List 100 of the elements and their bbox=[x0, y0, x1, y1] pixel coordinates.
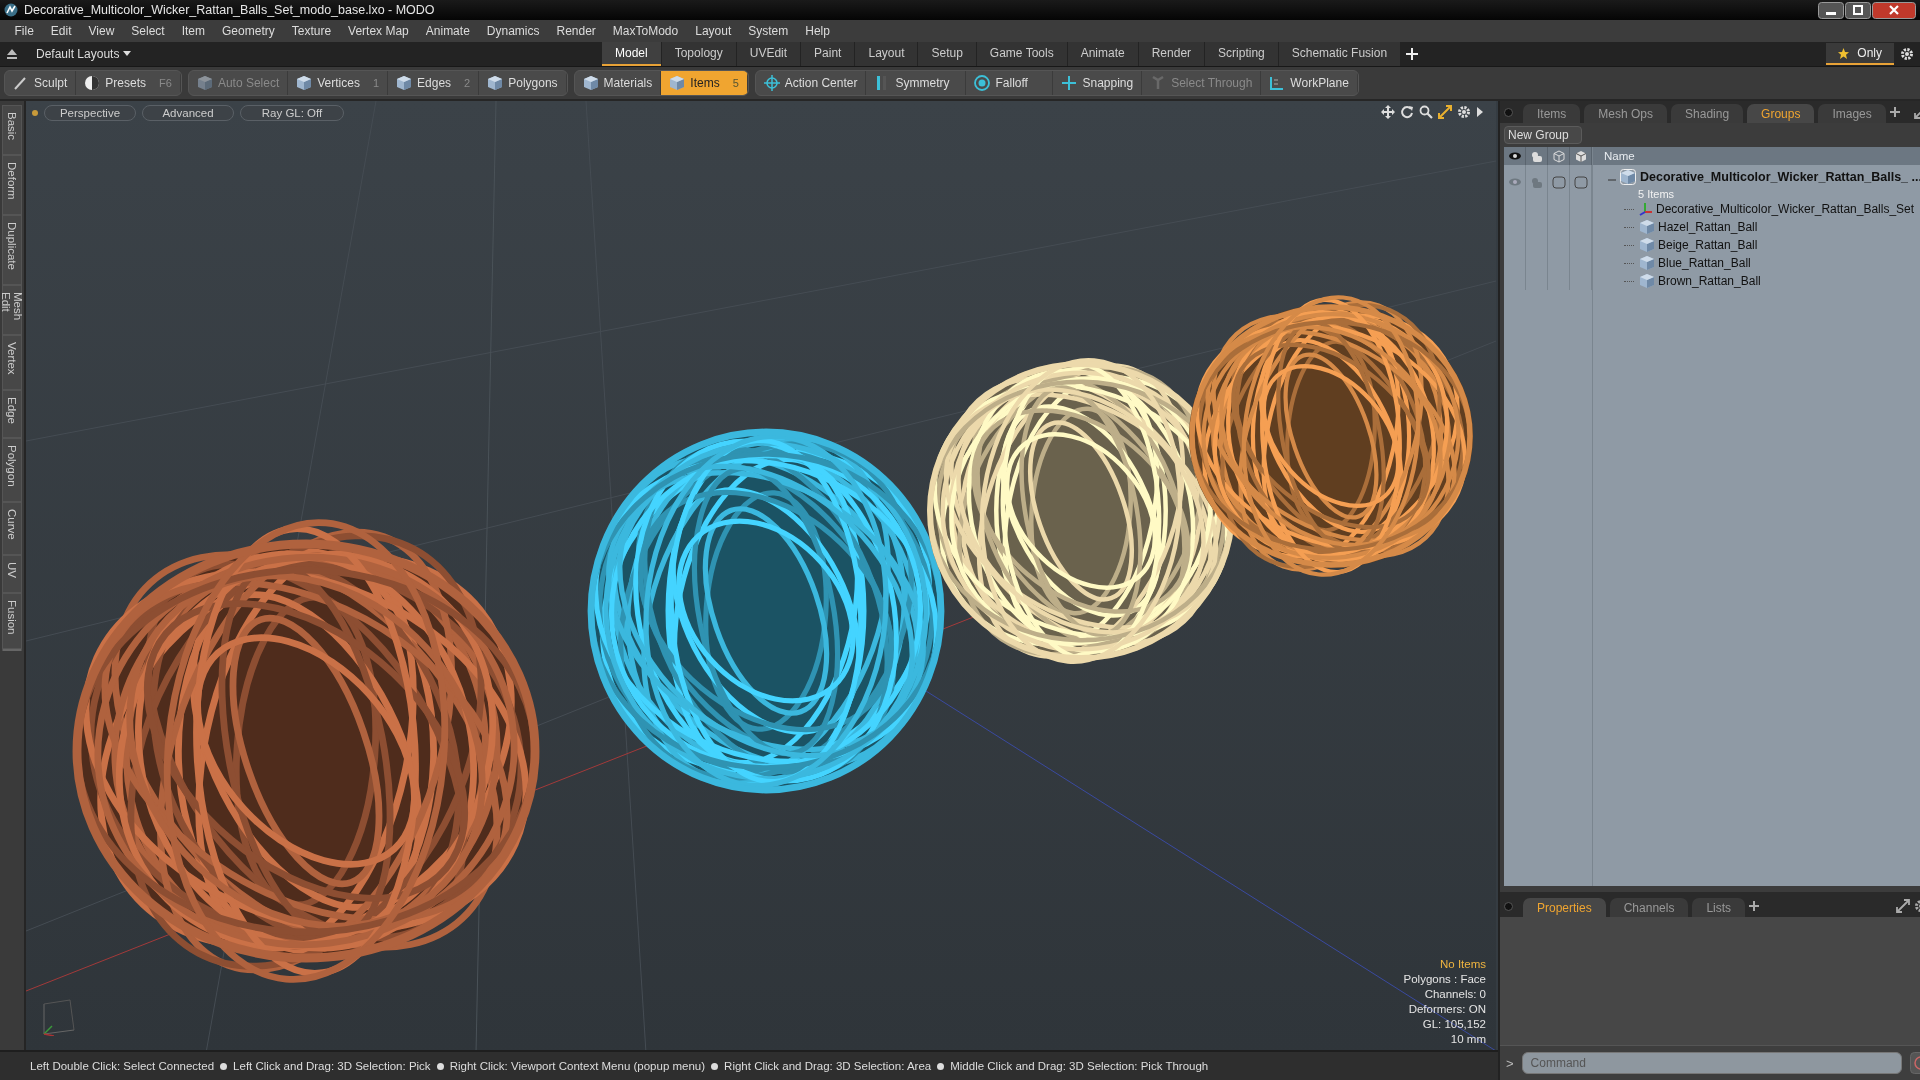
viewport-button[interactable]: Perspective bbox=[44, 105, 136, 121]
tool-button[interactable]: Vertices 1 bbox=[288, 71, 389, 95]
menu-item[interactable]: Edit bbox=[42, 24, 81, 38]
menu-item[interactable]: Vertex Map bbox=[339, 24, 418, 38]
menu-item[interactable]: Item bbox=[173, 24, 214, 38]
checkbox-icon[interactable] bbox=[1573, 176, 1588, 189]
menu-item[interactable]: MaxToModo bbox=[604, 24, 687, 38]
panel-tab[interactable]: Mesh Ops bbox=[1584, 104, 1668, 123]
camera-icon[interactable] bbox=[1529, 149, 1544, 163]
panel-tab[interactable]: Properties bbox=[1523, 898, 1606, 917]
group-icon bbox=[1620, 169, 1636, 185]
expand-icon[interactable] bbox=[1895, 899, 1910, 913]
side-tab[interactable]: Deform bbox=[2, 155, 22, 215]
side-tab[interactable]: Polygon bbox=[2, 438, 22, 502]
layout-tab[interactable]: Scripting bbox=[1205, 42, 1278, 66]
panel-tab[interactable]: Lists bbox=[1692, 898, 1746, 917]
tree-item[interactable]: Blue_Rattan_Ball bbox=[1658, 256, 1751, 270]
rotate-icon[interactable] bbox=[1400, 105, 1414, 119]
tree-item[interactable]: Hazel_Rattan_Ball bbox=[1658, 220, 1758, 234]
new-group-button[interactable]: New Group bbox=[1504, 126, 1582, 144]
viewport-button[interactable]: Advanced bbox=[142, 105, 234, 121]
layout-tab[interactable]: Paint bbox=[801, 42, 855, 66]
tool-button[interactable]: Snapping bbox=[1053, 71, 1143, 95]
tool-button[interactable]: Action Center bbox=[755, 71, 867, 95]
viewport-button[interactable]: Ray GL: Off bbox=[240, 105, 344, 121]
tool-button[interactable]: Symmetry bbox=[866, 71, 967, 95]
layout-tab[interactable]: Topology bbox=[661, 42, 736, 66]
tool-button[interactable]: Falloff bbox=[966, 71, 1054, 95]
tree-item[interactable]: Brown_Rattan_Ball bbox=[1658, 274, 1761, 288]
layout-tab[interactable]: Layout bbox=[855, 42, 918, 66]
add-tab-icon[interactable] bbox=[1889, 107, 1900, 117]
bullet-icon bbox=[711, 1062, 719, 1070]
tool-button[interactable]: WorkPlane bbox=[1261, 71, 1358, 95]
panel-dot-icon bbox=[1504, 107, 1513, 117]
move-icon[interactable] bbox=[1381, 105, 1395, 119]
tool-button[interactable]: Sculpt bbox=[5, 71, 77, 95]
layout-tab[interactable]: Schematic Fusion bbox=[1278, 42, 1401, 66]
layout-tab[interactable]: Render bbox=[1138, 42, 1205, 66]
play-icon[interactable] bbox=[1476, 105, 1484, 119]
side-tab[interactable]: Curve bbox=[2, 501, 22, 555]
tool-button[interactable]: Edges 2 bbox=[388, 71, 480, 95]
side-tab[interactable]: Vertex bbox=[2, 334, 22, 390]
menu-item[interactable]: Dynamics bbox=[478, 24, 548, 38]
layout-tab[interactable]: Setup bbox=[918, 42, 976, 66]
cube-outline-icon[interactable] bbox=[1573, 149, 1588, 163]
cube-outline-icon[interactable] bbox=[1551, 149, 1566, 163]
tree-item[interactable]: Beige_Rattan_Ball bbox=[1658, 238, 1758, 252]
add-tab-icon[interactable] bbox=[1406, 48, 1419, 60]
menu-item[interactable]: View bbox=[80, 24, 123, 38]
app-logo-icon bbox=[4, 3, 18, 17]
up-arrow-icon[interactable] bbox=[6, 48, 18, 60]
tool-button[interactable]: Presets F6 bbox=[76, 71, 181, 95]
viewport-info-text: GL: 105,152 bbox=[1422, 1017, 1486, 1031]
panel-tab[interactable]: Images bbox=[1818, 104, 1886, 123]
side-tab[interactable]: UV bbox=[2, 554, 22, 593]
add-tab-icon[interactable] bbox=[1749, 901, 1760, 911]
menu-item[interactable]: System bbox=[739, 24, 797, 38]
tool-button[interactable]: Polygons bbox=[479, 71, 567, 95]
side-tab[interactable]: Fusion bbox=[2, 592, 22, 650]
layout-tab[interactable]: Animate bbox=[1067, 42, 1138, 66]
panel-tab[interactable]: Shading bbox=[1671, 104, 1744, 123]
layouts-dropdown[interactable]: Default Layouts bbox=[36, 47, 596, 61]
menu-item[interactable]: Texture bbox=[283, 24, 340, 38]
cube-icon bbox=[396, 75, 413, 91]
column-header[interactable]: Name bbox=[1592, 147, 1920, 165]
window-title: Decorative_Multicolor_Wicker_Rattan_Balls_Set_modo_base.lxo - MODO bbox=[24, 3, 436, 17]
menu-item[interactable]: File bbox=[6, 24, 43, 38]
maximize-button[interactable] bbox=[1845, 1, 1871, 19]
cube-icon bbox=[1639, 273, 1655, 289]
minimize-button[interactable] bbox=[1818, 1, 1844, 19]
maximize-icon[interactable] bbox=[1438, 105, 1452, 119]
only-toggle[interactable]: Only bbox=[1826, 43, 1894, 65]
layout-tab[interactable]: Model bbox=[602, 42, 661, 66]
viewport-info-text: No Items bbox=[1440, 957, 1486, 971]
panel-tab[interactable]: Groups bbox=[1747, 104, 1815, 123]
side-tab[interactable]: Duplicate bbox=[2, 214, 22, 285]
close-button[interactable] bbox=[1872, 1, 1916, 19]
side-tab[interactable]: Basic bbox=[2, 105, 22, 156]
tool-button[interactable]: Items 5 bbox=[661, 71, 748, 95]
menu-item[interactable]: Select bbox=[122, 24, 174, 38]
menu-item[interactable]: Geometry bbox=[213, 24, 284, 38]
search-icon[interactable] bbox=[1419, 105, 1433, 119]
side-tab[interactable]: Mesh Edit bbox=[2, 284, 22, 335]
layout-tab[interactable]: UVEdit bbox=[736, 42, 801, 66]
command-field[interactable]: Command bbox=[1521, 1052, 1902, 1074]
menu-item[interactable]: Help bbox=[796, 24, 839, 38]
menu-item[interactable]: Animate bbox=[417, 24, 479, 38]
bullet-icon bbox=[436, 1062, 444, 1070]
cube-icon bbox=[296, 75, 313, 91]
panel-tab[interactable]: Channels bbox=[1609, 898, 1689, 917]
menu-item[interactable]: Layout bbox=[686, 24, 740, 38]
side-tab[interactable]: Edge bbox=[2, 389, 22, 439]
layout-tab[interactable]: Game Tools bbox=[976, 42, 1067, 66]
crosshair-icon bbox=[763, 75, 780, 91]
panel-tab[interactable]: Items bbox=[1523, 104, 1581, 123]
cube-icon bbox=[669, 75, 686, 91]
cube-icon bbox=[582, 75, 599, 91]
checkbox-icon[interactable] bbox=[1551, 176, 1566, 189]
menu-item[interactable]: Render bbox=[548, 24, 605, 38]
tree-item[interactable]: Decorative_Multicolor_Wicker_Rattan_Balls_Set bbox=[1656, 202, 1915, 216]
